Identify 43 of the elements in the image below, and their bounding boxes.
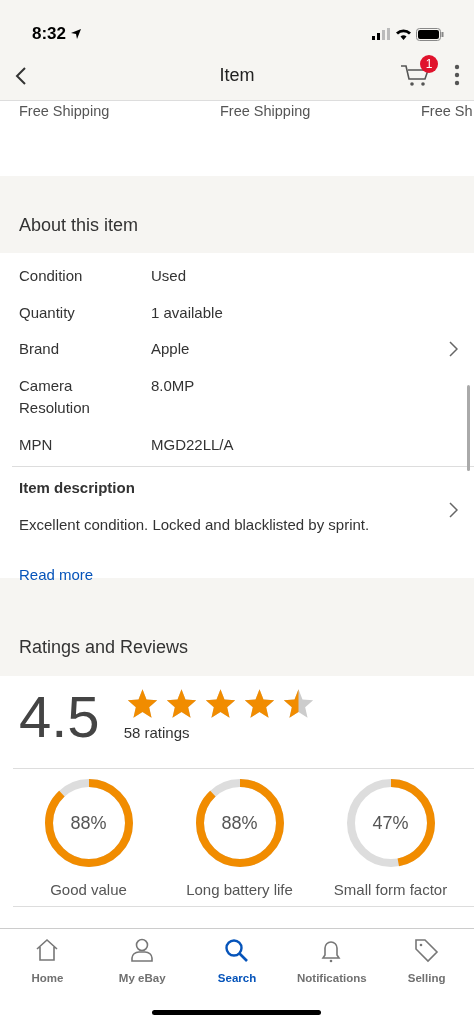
wifi-icon <box>395 28 412 40</box>
cart-count-badge: 1 <box>420 55 438 73</box>
subsection-heading: Item description <box>19 479 135 496</box>
shipping-label: Free Shipping <box>220 102 312 121</box>
spec-label: MPN <box>19 434 54 455</box>
section-heading: Ratings and Reviews <box>19 636 189 659</box>
clock-time: 8:32 <box>32 23 67 46</box>
spec-value: MGD22LL/A <box>151 434 234 455</box>
section-heading: About this item <box>19 214 139 237</box>
shipping-label: Free Shipping <box>19 102 111 121</box>
read-more-link[interactable]: Read more <box>19 566 94 583</box>
rating-count: 58 ratings <box>123 723 191 743</box>
tab-bar-item[interactable]: Home <box>0 929 95 988</box>
battery-icon <box>416 27 444 41</box>
spec-label: Brand <box>19 339 61 359</box>
tag-icon <box>413 937 441 964</box>
chevron-right-icon[interactable] <box>448 341 458 357</box>
item-description: Excellent condition. Locked and blacklisted by sprint. <box>19 515 370 533</box>
spec-label: Camera Resolution <box>19 375 91 418</box>
location-icon <box>70 28 83 40</box>
tab-bar-item[interactable]: My eBay <box>94 929 190 988</box>
page-title: Item <box>219 63 255 87</box>
percent-value: 88% <box>221 811 258 835</box>
spec-label: Quantity <box>19 302 76 323</box>
spec-value: 1 available <box>151 302 223 323</box>
shipping-label: Free Sh <box>421 102 474 121</box>
tab-bar-item[interactable]: Notifications <box>284 929 380 988</box>
percent-value: 47% <box>372 811 409 835</box>
aspect-label: Long battery life <box>186 880 293 900</box>
signal-icon <box>372 28 391 40</box>
aspect-label: Small form factor <box>333 880 448 900</box>
spec-value: Used <box>151 266 187 286</box>
more-options-icon[interactable] <box>454 64 460 86</box>
person-icon <box>128 937 156 964</box>
spec-value: Apple <box>151 339 190 359</box>
rating-score: 4.5 <box>19 688 100 746</box>
spec-value: 8.0MP <box>151 375 195 396</box>
chevron-right-icon[interactable] <box>448 502 458 518</box>
tab-bar-item[interactable]: Search <box>189 929 285 988</box>
spec-label: Condition <box>19 266 84 286</box>
aspect-label: Good value <box>50 880 127 900</box>
percent-value: 88% <box>70 811 107 835</box>
tab-bar-item[interactable]: Selling <box>379 929 474 988</box>
